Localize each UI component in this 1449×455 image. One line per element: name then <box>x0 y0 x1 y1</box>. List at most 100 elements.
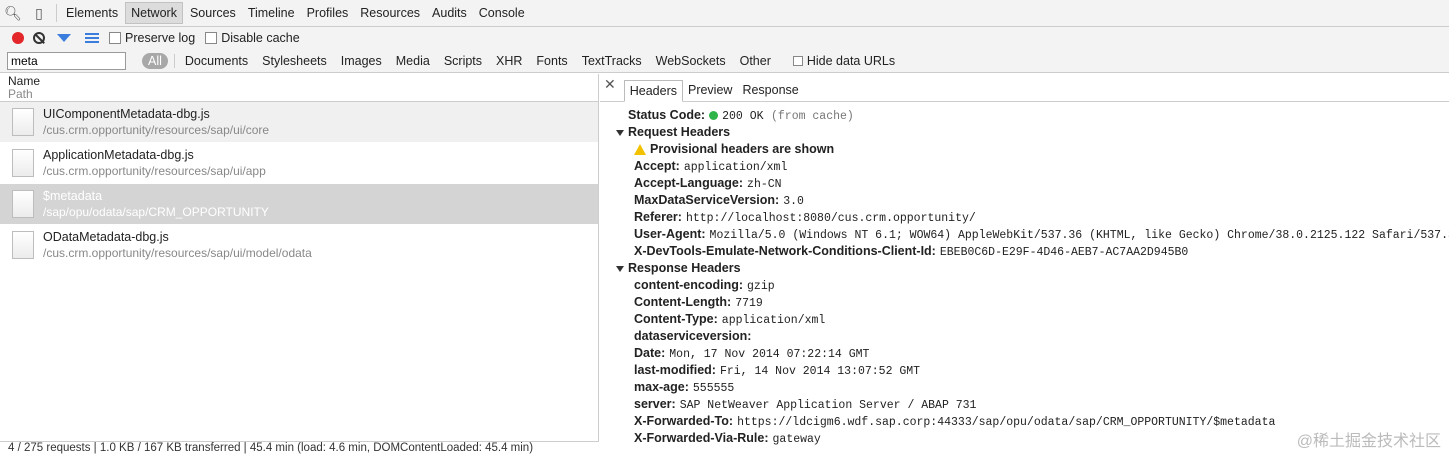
header-value: application/xml <box>683 161 788 174</box>
disable-cache-checkbox[interactable]: Disable cache <box>205 31 300 45</box>
file-icon <box>12 149 34 177</box>
header-key: Content-Type: <box>634 312 718 326</box>
close-icon[interactable]: ✕ <box>604 76 616 93</box>
clear-icon[interactable] <box>33 32 45 44</box>
request-detail: ✕ Headers Preview Response Status Code: 200… <box>600 74 1449 455</box>
filter-type-media[interactable]: Media <box>390 52 436 70</box>
header-key: Content-Length: <box>634 295 732 309</box>
filter-type-other[interactable]: Other <box>734 52 777 70</box>
request-row[interactable]: $metadata/sap/opu/odata/sap/CRM_OPPORTUN… <box>0 184 598 225</box>
tab-elements[interactable]: Elements <box>61 3 123 23</box>
header-key: User-Agent: <box>634 227 706 241</box>
header-key: X-Forwarded-Via-Rule: <box>634 431 769 445</box>
file-icon <box>12 108 34 136</box>
record-icon[interactable] <box>12 32 24 44</box>
search-icon[interactable]: 🔍︎ <box>0 0 26 26</box>
network-controls: Preserve log Disable cache <box>0 27 1449 49</box>
filter-type-all[interactable]: All <box>142 52 168 69</box>
request-row[interactable]: ODataMetadata-dbg.js/cus.crm.opportunity… <box>0 225 598 266</box>
checkbox-box[interactable] <box>205 32 218 44</box>
header-value: Mozilla/5.0 (Windows NT 6.1; WOW64) Appl… <box>709 229 1449 242</box>
header-key: dataserviceversion: <box>634 329 752 343</box>
header-line: Accept-Language: zh-CN <box>628 175 1449 192</box>
filter-type-xhr[interactable]: XHR <box>490 52 528 70</box>
preserve-log-checkbox[interactable]: Preserve log <box>109 31 195 45</box>
tab-audits[interactable]: Audits <box>427 3 472 23</box>
response-headers-section[interactable]: Response Headers <box>616 260 1449 277</box>
header-value: SAP NetWeaver Application Server / ABAP … <box>679 399 977 412</box>
large-rows-icon[interactable] <box>85 33 99 43</box>
detail-tab-preview[interactable]: Preview <box>683 80 737 101</box>
header-line: Date: Mon, 17 Nov 2014 07:22:14 GMT <box>628 345 1449 362</box>
filter-type-documents[interactable]: Documents <box>179 52 254 70</box>
filter-input[interactable] <box>7 51 126 70</box>
header-key: MaxDataServiceVersion: <box>634 193 780 207</box>
filter-type-stylesheets[interactable]: Stylesheets <box>256 52 333 70</box>
name-column-header[interactable]: Name Path <box>0 74 598 102</box>
header-value: zh-CN <box>747 178 782 191</box>
request-headers-title: Request Headers <box>628 125 731 139</box>
tab-timeline[interactable]: Timeline <box>243 3 300 23</box>
request-headers-section[interactable]: Request Headers <box>616 124 1449 141</box>
headers-view: Status Code: 200 OK (from cache) Request … <box>600 102 1449 447</box>
header-key: X-DevTools-Emulate-Network-Conditions-Cl… <box>634 244 936 258</box>
watermark: @稀土掘金技术社区 <box>1296 433 1441 450</box>
file-icon <box>12 231 34 259</box>
request-path: /cus.crm.opportunity/resources/sap/ui/mo… <box>43 246 312 260</box>
request-text: ODataMetadata-dbg.js/cus.crm.opportunity… <box>43 229 312 261</box>
header-key: Date: <box>634 346 666 360</box>
filter-type-scripts[interactable]: Scripts <box>438 52 488 70</box>
header-key: X-Forwarded-To: <box>634 414 734 428</box>
request-name: UIComponentMetadata-dbg.js <box>43 107 210 121</box>
request-name: $metadata <box>43 189 103 203</box>
disable-cache-label: Disable cache <box>221 31 300 45</box>
detail-tab-headers[interactable]: Headers <box>623 80 683 102</box>
request-list: Name Path UIComponentMetadata-dbg.js/cus… <box>0 74 599 455</box>
request-name: ApplicationMetadata-dbg.js <box>43 148 194 162</box>
tab-network[interactable]: Network <box>125 2 183 24</box>
detail-tabs: ✕ Headers Preview Response <box>600 74 1449 102</box>
filter-icon[interactable] <box>57 34 71 42</box>
header-line: Accept: application/xml <box>628 158 1449 175</box>
request-row[interactable]: ApplicationMetadata-dbg.js/cus.crm.oppor… <box>0 143 598 184</box>
checkbox-box[interactable] <box>792 55 803 66</box>
status-code-label: Status Code: <box>628 108 706 122</box>
filter-type-texttracks[interactable]: TextTracks <box>576 52 648 70</box>
header-key: last-modified: <box>634 363 716 377</box>
header-key: Accept: <box>634 159 680 173</box>
filter-type-images[interactable]: Images <box>335 52 388 70</box>
filter-type-fonts[interactable]: Fonts <box>530 52 573 70</box>
tab-sources[interactable]: Sources <box>185 3 241 23</box>
request-path: /sap/opu/odata/sap/CRM_OPPORTUNITY <box>43 205 269 219</box>
provisional-text: Provisional headers are shown <box>650 142 835 156</box>
detail-tab-response[interactable]: Response <box>737 80 803 101</box>
filter-divider <box>173 53 175 68</box>
device-mode-icon[interactable]: ▯ <box>26 0 52 26</box>
header-value: 7719 <box>735 297 763 310</box>
request-text: $metadata/sap/opu/odata/sap/CRM_OPPORTUN… <box>43 188 269 220</box>
header-key: Referer: <box>634 210 682 224</box>
header-line: max-age: 555555 <box>628 379 1449 396</box>
tab-profiles[interactable]: Profiles <box>302 3 354 23</box>
hide-data-urls-checkbox[interactable]: Hide data URLs <box>792 54 895 68</box>
filter-bar: All DocumentsStylesheetsImagesMediaScript… <box>0 49 1449 73</box>
expand-triangle-icon <box>616 129 624 136</box>
header-line: User-Agent: Mozilla/5.0 (Windows NT 6.1; … <box>628 226 1449 243</box>
checkbox-box[interactable] <box>109 32 121 44</box>
provisional-warning: Provisional headers are shown <box>628 141 1449 158</box>
header-line: Referer: http://localhost:8080/cus.crm.op… <box>628 209 1449 226</box>
header-value: application/xml <box>721 314 826 327</box>
filter-type-websockets[interactable]: WebSockets <box>650 52 732 70</box>
request-name: ODataMetadata-dbg.js <box>43 230 169 244</box>
header-value: Fri, 14 Nov 2014 13:07:52 GMT <box>719 365 921 378</box>
header-value: 3.0 <box>783 195 804 208</box>
preserve-log-label: Preserve log <box>125 31 196 45</box>
header-value: http://localhost:8080/cus.crm.opportunit… <box>685 212 976 225</box>
tab-console[interactable]: Console <box>474 3 530 23</box>
tab-resources[interactable]: Resources <box>355 3 425 23</box>
devtools-tabbar: 🔍︎ ▯ Elements Network Sources Timeline Profi… <box>0 0 1449 27</box>
request-row[interactable]: UIComponentMetadata-dbg.js/cus.crm.oppor… <box>0 102 598 143</box>
header-value: gateway <box>772 433 821 446</box>
status-code-note: (from cache) <box>771 110 854 123</box>
request-text: ApplicationMetadata-dbg.js/cus.crm.oppor… <box>43 147 266 179</box>
